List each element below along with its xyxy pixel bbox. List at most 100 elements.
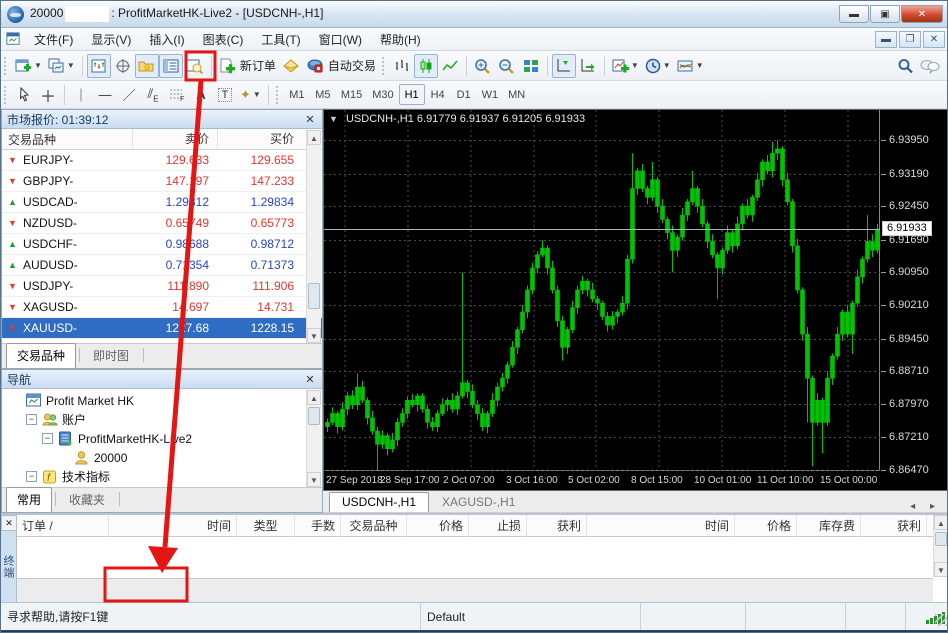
chart-menu-icon[interactable]: ▼: [329, 114, 338, 124]
orders-column-10[interactable]: 库存费: [797, 515, 861, 537]
orders-column-0[interactable]: 订单 /: [17, 515, 109, 537]
chart-tab-scroll-arrows[interactable]: ◂ ▸: [910, 501, 948, 512]
chart-plot-area[interactable]: [324, 110, 880, 471]
timeframe-W1[interactable]: W1: [477, 84, 504, 105]
arrows-tool-button[interactable]: ✦▼: [237, 83, 264, 107]
tree-item-20000[interactable]: 20000: [6, 448, 322, 467]
tree-item-账户[interactable]: −账户: [6, 410, 322, 429]
orders-column-2[interactable]: 类型: [237, 515, 295, 537]
market-watch-row[interactable]: ▲AUDUSD-0.713540.71373: [2, 255, 322, 276]
tree-item-ProfitMarketHK-Live2[interactable]: −ProfitMarketHK-Live2: [6, 429, 322, 448]
fibonacci-tool-button[interactable]: F: [165, 83, 189, 107]
crosshair-tool-button[interactable]: ＋: [36, 83, 60, 107]
strategy-tester-button[interactable]: [183, 54, 207, 78]
templates-button[interactable]: ▼: [674, 54, 707, 78]
new-chart-button[interactable]: ▼: [12, 54, 45, 78]
column-bid[interactable]: 卖价: [132, 129, 217, 150]
market-watch-header[interactable]: 市场报价: 01:39:12 ✕: [2, 110, 322, 129]
scroll-thumb[interactable]: [308, 407, 320, 425]
scroll-thumb[interactable]: [308, 283, 320, 309]
tree-item-Profit Market HK[interactable]: Profit Market HK: [6, 391, 322, 410]
cursor-tool-button[interactable]: [12, 83, 36, 107]
navigator-button[interactable]: [135, 54, 159, 78]
navigator-tab-常用[interactable]: 常用: [6, 487, 52, 512]
scroll-up-icon[interactable]: ▲: [307, 390, 321, 405]
bar-chart-type-button[interactable]: [390, 54, 414, 78]
menu-插入(I)[interactable]: 插入(I): [140, 30, 193, 50]
candlestick-type-button[interactable]: [414, 54, 438, 78]
navigator-tab-收藏夹[interactable]: 收藏夹: [58, 487, 116, 512]
timeframe-M1[interactable]: M1: [284, 84, 310, 105]
market-watch-row[interactable]: ▼EURJPY-129.633129.655: [2, 150, 322, 171]
chart-window[interactable]: ▼ USDCNH-,H1 6.91779 6.91937 6.91205 6.9…: [323, 109, 948, 491]
periods-button[interactable]: ▼: [642, 54, 674, 78]
toolbar-grip[interactable]: [4, 86, 9, 104]
market-watch-tab-即时图[interactable]: 即时图: [82, 343, 140, 368]
minimize-button[interactable]: ▬: [839, 5, 869, 23]
timeframe-M30[interactable]: M30: [367, 84, 398, 105]
menu-图表(C)[interactable]: 图表(C): [194, 30, 253, 50]
metaeditor-button[interactable]: [279, 54, 303, 78]
market-watch-scrollbar[interactable]: ▲ ▼: [306, 130, 321, 343]
toolbar-grip[interactable]: [4, 57, 9, 75]
orders-column-1[interactable]: 时间: [109, 515, 237, 537]
market-watch-row[interactable]: ▲USDCAD-1.298121.29834: [2, 192, 322, 213]
chart-tab-XAGUSD-,H1[interactable]: XAGUSD-,H1: [429, 492, 528, 512]
tile-windows-button[interactable]: [519, 54, 543, 78]
zoom-out-button[interactable]: [495, 54, 519, 78]
market-watch-row[interactable]: ▼NZDUSD-0.657490.65773: [2, 213, 322, 234]
column-symbol[interactable]: 交易品种: [2, 131, 132, 148]
horizontal-line-tool-button[interactable]: —: [93, 83, 117, 107]
close-button[interactable]: ✕: [901, 5, 943, 23]
menu-显示(V)[interactable]: 显示(V): [82, 30, 140, 50]
toolbar-grip[interactable]: [382, 57, 387, 75]
text-label-tool-button[interactable]: T: [213, 83, 237, 107]
column-ask[interactable]: 买价: [217, 129, 302, 150]
market-watch-button[interactable]: [87, 54, 111, 78]
search-button[interactable]: [893, 54, 917, 78]
timeframe-H4[interactable]: H4: [425, 84, 451, 105]
scroll-down-icon[interactable]: ▼: [307, 472, 321, 487]
menu-文件(F)[interactable]: 文件(F): [25, 30, 82, 50]
market-watch-tab-交易品种[interactable]: 交易品种: [6, 343, 76, 368]
tree-item-技术指标[interactable]: −f技术指标: [6, 467, 322, 486]
navigator-header[interactable]: 导航 ✕: [2, 370, 322, 389]
child-close-button[interactable]: ✕: [923, 31, 945, 48]
timeframe-M5[interactable]: M5: [310, 84, 336, 105]
navigator-close-icon[interactable]: ✕: [303, 373, 317, 386]
trendline-tool-button[interactable]: ／: [117, 83, 141, 107]
community-chat-button[interactable]: [917, 54, 943, 78]
chart-shift-button[interactable]: [552, 54, 576, 78]
timeframe-M15[interactable]: M15: [336, 84, 367, 105]
scroll-thumb[interactable]: [935, 532, 947, 546]
child-restore-button[interactable]: ❐: [899, 31, 921, 48]
scroll-up-icon[interactable]: ▲: [934, 515, 948, 530]
orders-column-7[interactable]: 获利: [527, 515, 587, 537]
terminal-scrollbar[interactable]: ▲ ▼: [933, 515, 948, 577]
autotrading-button[interactable]: 自动交易: [303, 54, 379, 78]
maximize-button[interactable]: ▣: [870, 5, 900, 23]
orders-column-8[interactable]: 时间: [587, 515, 735, 537]
timeframe-H1[interactable]: H1: [399, 84, 425, 105]
indicators-button[interactable]: ▼: [609, 54, 642, 78]
zoom-in-button[interactable]: [471, 54, 495, 78]
tree-expander-icon[interactable]: −: [26, 471, 37, 482]
resize-grip[interactable]: [935, 614, 947, 626]
menu-窗口(W)[interactable]: 窗口(W): [310, 30, 371, 50]
market-watch-row[interactable]: ▼GBPJPY-147.197147.233: [2, 171, 322, 192]
orders-column-6[interactable]: 止损: [469, 515, 527, 537]
scroll-up-icon[interactable]: ▲: [307, 130, 321, 145]
chart-time-axis[interactable]: 27 Sep 201828 Sep 17:002 Oct 07:003 Oct …: [324, 472, 948, 491]
new-order-button[interactable]: 新订单: [216, 54, 279, 78]
timeframe-D1[interactable]: D1: [451, 84, 477, 105]
terminal-button[interactable]: [159, 54, 183, 78]
profiles-button[interactable]: ▼: [45, 54, 78, 78]
orders-column-3[interactable]: 手数: [295, 515, 341, 537]
scroll-down-icon[interactable]: ▼: [934, 562, 948, 577]
menu-帮助(H)[interactable]: 帮助(H): [371, 30, 430, 50]
orders-column-5[interactable]: 价格: [407, 515, 469, 537]
market-watch-row[interactable]: ▲USDCHF-0.986880.98712: [2, 234, 322, 255]
terminal-close-icon[interactable]: ✕: [1, 515, 17, 531]
line-chart-type-button[interactable]: [438, 54, 462, 78]
vertical-line-tool-button[interactable]: ｜: [69, 83, 93, 107]
